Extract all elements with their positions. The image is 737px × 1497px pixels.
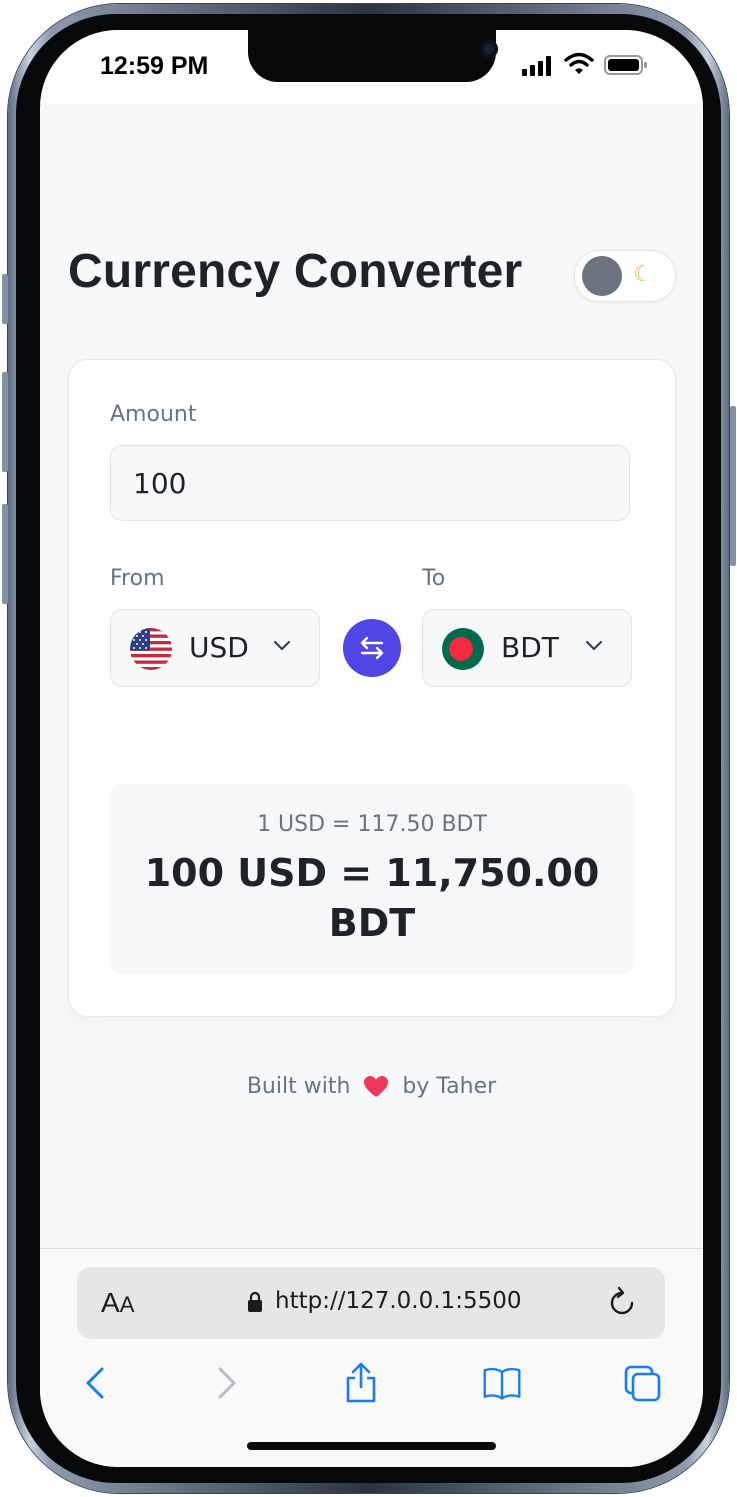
wifi-icon	[564, 52, 594, 74]
to-label: To	[422, 566, 446, 591]
url-text: http://127.0.0.1:5500	[275, 1288, 522, 1314]
share-icon[interactable]	[341, 1361, 381, 1405]
reload-icon[interactable]	[607, 1285, 637, 1319]
from-label: From	[110, 566, 165, 591]
status-time: 12:59 PM	[100, 52, 209, 80]
text-size-large: A	[101, 1287, 120, 1318]
bangladesh-flag-icon	[442, 628, 484, 670]
phone-screen: 12:59 PM Currency Converter ☾ Amount Fro…	[40, 30, 703, 1467]
chevron-down-icon	[273, 640, 291, 651]
volume-down-button	[2, 504, 8, 604]
notch	[248, 30, 498, 82]
forward-icon[interactable]	[206, 1361, 246, 1405]
footer-prefix: Built with	[246, 1074, 351, 1099]
amount-input[interactable]	[110, 445, 630, 521]
text-size-button[interactable]: AA	[101, 1287, 134, 1319]
volume-up-button	[2, 372, 8, 472]
footer-suffix: by Taher	[402, 1074, 497, 1099]
front-camera	[480, 40, 498, 58]
converted-amount: 100 USD = 11,750.00 BDT	[144, 851, 600, 945]
chevron-down-icon	[585, 640, 603, 651]
footer: Built with by Taher	[40, 1074, 703, 1099]
exchange-rate-text: 1 USD = 117.50 BDT	[257, 812, 487, 837]
address-bar[interactable]: AA http://127.0.0.1:5500	[77, 1267, 665, 1339]
result-box: 1 USD = 117.50 BDT 100 USD = 11,750.00 B…	[110, 784, 634, 974]
page-title: Currency Converter	[68, 245, 523, 298]
power-button	[730, 406, 736, 566]
browser-toolbar: AA http://127.0.0.1:5500	[40, 1248, 703, 1467]
amount-label: Amount	[110, 402, 197, 427]
lock-icon	[248, 1291, 262, 1312]
text-size-small: A	[119, 1292, 135, 1317]
heart-icon	[364, 1076, 389, 1097]
to-currency-select[interactable]: BDT	[422, 609, 632, 687]
moon-icon: ☾	[633, 262, 653, 287]
us-flag-icon	[130, 628, 172, 670]
converter-card: Amount From To	[68, 359, 676, 1017]
theme-toggle[interactable]: ☾	[574, 250, 676, 302]
from-currency-code: USD	[189, 631, 249, 664]
swap-currencies-button[interactable]	[343, 619, 401, 677]
bookmarks-icon[interactable]	[482, 1361, 522, 1405]
from-currency-select[interactable]: USD	[110, 609, 320, 687]
tabs-icon[interactable]	[622, 1361, 662, 1405]
home-indicator	[247, 1442, 496, 1450]
toggle-knob	[582, 256, 622, 296]
swap-arrows-icon	[360, 636, 384, 660]
back-icon[interactable]	[76, 1361, 116, 1405]
battery-icon	[604, 55, 647, 75]
silent-switch	[2, 274, 8, 324]
to-currency-code: BDT	[501, 631, 559, 664]
cellular-signal-icon	[522, 56, 551, 76]
